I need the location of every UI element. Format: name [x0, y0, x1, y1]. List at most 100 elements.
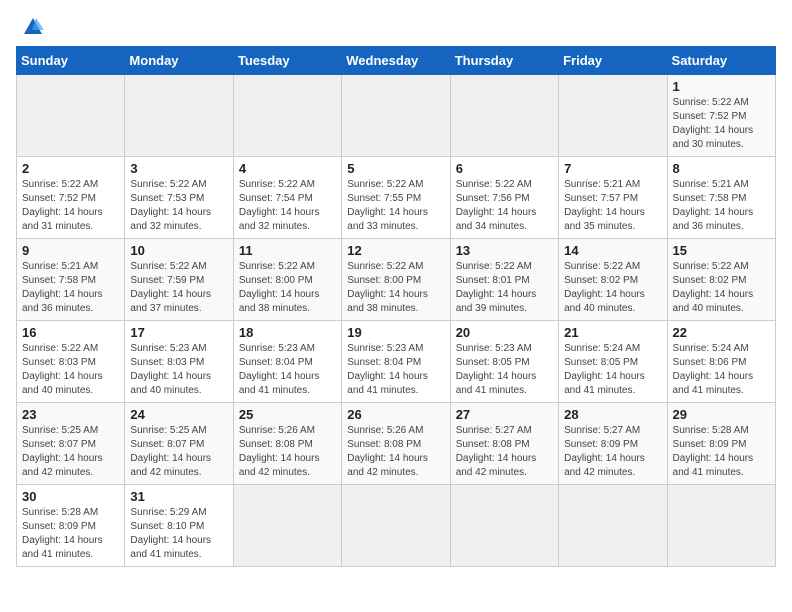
- day-number: 11: [239, 243, 336, 258]
- cell-info: Sunrise: 5:22 AMSunset: 7:52 PMDaylight:…: [673, 96, 770, 152]
- page-header: [16, 16, 776, 38]
- cell-info: Sunrise: 5:23 AMSunset: 8:05 PMDaylight:…: [456, 342, 553, 398]
- logo: [16, 16, 44, 38]
- calendar-cell: [450, 485, 558, 567]
- day-number: 20: [456, 325, 553, 340]
- calendar-cell: 15Sunrise: 5:22 AMSunset: 8:02 PMDayligh…: [667, 239, 775, 321]
- cell-info: Sunrise: 5:26 AMSunset: 8:08 PMDaylight:…: [239, 424, 336, 480]
- calendar-cell: 17 Sunrise: 5:23 AMSunset: 8:03 PMDayligh…: [125, 321, 233, 403]
- day-number: 8: [673, 161, 770, 176]
- cell-info: Sunrise: 5:24 AMSunset: 8:06 PMDaylight:…: [673, 342, 770, 398]
- day-number: 12: [347, 243, 444, 258]
- calendar-cell: 19 Sunrise: 5:23 AMSunset: 8:04 PMDayligh…: [342, 321, 450, 403]
- day-number: 19: [347, 325, 444, 340]
- calendar-cell: 8 Sunrise: 5:21 AMSunset: 7:58 PMDaylight…: [667, 157, 775, 239]
- day-number: 10: [130, 243, 227, 258]
- calendar-cell: 12 Sunrise: 5:22 AMSunset: 8:00 PMDayligh…: [342, 239, 450, 321]
- cell-info: Sunrise: 5:21 AMSunset: 7:58 PMDaylight:…: [673, 178, 770, 234]
- calendar-cell: 10 Sunrise: 5:22 AMSunset: 7:59 PMDayligh…: [125, 239, 233, 321]
- cell-info: Sunrise: 5:22 AMSunset: 7:52 PMDaylight:…: [22, 178, 119, 234]
- cell-info: Sunrise: 5:22 AMSunset: 8:02 PMDaylight:…: [564, 260, 661, 316]
- day-number: 18: [239, 325, 336, 340]
- cell-info: Sunrise: 5:28 AMSunset: 8:09 PMDaylight:…: [673, 424, 770, 480]
- calendar-week-row: 16 Sunrise: 5:22 AMSunset: 8:03 PMDayligh…: [17, 321, 776, 403]
- calendar-table: Sunday Monday Tuesday Wednesday Thursday…: [16, 46, 776, 567]
- calendar-cell: 13Sunrise: 5:22 AMSunset: 8:01 PMDayligh…: [450, 239, 558, 321]
- day-number: 1: [673, 79, 770, 94]
- day-number: 6: [456, 161, 553, 176]
- calendar-cell: 26 Sunrise: 5:26 AMSunset: 8:08 PMDayligh…: [342, 403, 450, 485]
- day-number: 2: [22, 161, 119, 176]
- calendar-cell: 20 Sunrise: 5:23 AMSunset: 8:05 PMDayligh…: [450, 321, 558, 403]
- calendar-cell: 14 Sunrise: 5:22 AMSunset: 8:02 PMDayligh…: [559, 239, 667, 321]
- calendar-cell: 25Sunrise: 5:26 AMSunset: 8:08 PMDayligh…: [233, 403, 341, 485]
- cell-info: Sunrise: 5:21 AMSunset: 7:58 PMDaylight:…: [22, 260, 119, 316]
- day-number: 31: [130, 489, 227, 504]
- cell-info: Sunrise: 5:23 AMSunset: 8:04 PMDaylight:…: [347, 342, 444, 398]
- cell-info: Sunrise: 5:22 AMSunset: 8:02 PMDaylight:…: [673, 260, 770, 316]
- cell-info: Sunrise: 5:25 AMSunset: 8:07 PMDaylight:…: [22, 424, 119, 480]
- calendar-cell: 24Sunrise: 5:25 AMSunset: 8:07 PMDayligh…: [125, 403, 233, 485]
- calendar-cell: 18 Sunrise: 5:23 AMSunset: 8:04 PMDayligh…: [233, 321, 341, 403]
- calendar-week-row: 30 Sunrise: 5:28 AMSunset: 8:09 PMDayligh…: [17, 485, 776, 567]
- cell-info: Sunrise: 5:22 AMSunset: 8:00 PMDaylight:…: [347, 260, 444, 316]
- day-number: 17: [130, 325, 227, 340]
- logo-icon: [22, 16, 44, 38]
- day-number: 14: [564, 243, 661, 258]
- cell-info: Sunrise: 5:26 AMSunset: 8:08 PMDaylight:…: [347, 424, 444, 480]
- day-number: 24: [130, 407, 227, 422]
- day-number: 5: [347, 161, 444, 176]
- cell-info: Sunrise: 5:23 AMSunset: 8:04 PMDaylight:…: [239, 342, 336, 398]
- calendar-week-row: 9 Sunrise: 5:21 AMSunset: 7:58 PMDaylight…: [17, 239, 776, 321]
- day-number: 9: [22, 243, 119, 258]
- calendar-cell: 16 Sunrise: 5:22 AMSunset: 8:03 PMDayligh…: [17, 321, 125, 403]
- calendar-cell: [559, 485, 667, 567]
- day-number: 28: [564, 407, 661, 422]
- cell-info: Sunrise: 5:22 AMSunset: 7:55 PMDaylight:…: [347, 178, 444, 234]
- cell-info: Sunrise: 5:27 AMSunset: 8:09 PMDaylight:…: [564, 424, 661, 480]
- cell-info: Sunrise: 5:22 AMSunset: 7:54 PMDaylight:…: [239, 178, 336, 234]
- day-number: 4: [239, 161, 336, 176]
- cell-info: Sunrise: 5:22 AMSunset: 7:59 PMDaylight:…: [130, 260, 227, 316]
- calendar-cell: 22 Sunrise: 5:24 AMSunset: 8:06 PMDayligh…: [667, 321, 775, 403]
- day-number: 23: [22, 407, 119, 422]
- calendar-cell: 21 Sunrise: 5:24 AMSunset: 8:05 PMDayligh…: [559, 321, 667, 403]
- calendar-cell: 1 Sunrise: 5:22 AMSunset: 7:52 PMDaylight…: [667, 75, 775, 157]
- calendar-cell: [667, 485, 775, 567]
- cell-info: Sunrise: 5:27 AMSunset: 8:08 PMDaylight:…: [456, 424, 553, 480]
- cell-info: Sunrise: 5:22 AMSunset: 8:00 PMDaylight:…: [239, 260, 336, 316]
- cell-info: Sunrise: 5:29 AMSunset: 8:10 PMDaylight:…: [130, 506, 227, 562]
- day-number: 27: [456, 407, 553, 422]
- calendar-cell: [559, 75, 667, 157]
- col-saturday: Saturday: [667, 47, 775, 75]
- day-number: 7: [564, 161, 661, 176]
- day-number: 3: [130, 161, 227, 176]
- day-number: 13: [456, 243, 553, 258]
- day-number: 21: [564, 325, 661, 340]
- cell-info: Sunrise: 5:23 AMSunset: 8:03 PMDaylight:…: [130, 342, 227, 398]
- col-thursday: Thursday: [450, 47, 558, 75]
- col-friday: Friday: [559, 47, 667, 75]
- calendar-cell: [233, 75, 341, 157]
- calendar-week-row: 1 Sunrise: 5:22 AMSunset: 7:52 PMDaylight…: [17, 75, 776, 157]
- calendar-week-row: 23 Sunrise: 5:25 AMSunset: 8:07 PMDayligh…: [17, 403, 776, 485]
- cell-info: Sunrise: 5:24 AMSunset: 8:05 PMDaylight:…: [564, 342, 661, 398]
- calendar-header-row: Sunday Monday Tuesday Wednesday Thursday…: [17, 47, 776, 75]
- col-sunday: Sunday: [17, 47, 125, 75]
- calendar-cell: 29 Sunrise: 5:28 AMSunset: 8:09 PMDayligh…: [667, 403, 775, 485]
- day-number: 22: [673, 325, 770, 340]
- calendar-cell: 23 Sunrise: 5:25 AMSunset: 8:07 PMDayligh…: [17, 403, 125, 485]
- calendar-cell: 30 Sunrise: 5:28 AMSunset: 8:09 PMDayligh…: [17, 485, 125, 567]
- calendar-cell: 27 Sunrise: 5:27 AMSunset: 8:08 PMDayligh…: [450, 403, 558, 485]
- cell-info: Sunrise: 5:21 AMSunset: 7:57 PMDaylight:…: [564, 178, 661, 234]
- cell-info: Sunrise: 5:28 AMSunset: 8:09 PMDaylight:…: [22, 506, 119, 562]
- day-number: 26: [347, 407, 444, 422]
- calendar-cell: 3 Sunrise: 5:22 AMSunset: 7:53 PMDaylight…: [125, 157, 233, 239]
- cell-info: Sunrise: 5:22 AMSunset: 8:03 PMDaylight:…: [22, 342, 119, 398]
- calendar-cell: 5 Sunrise: 5:22 AMSunset: 7:55 PMDaylight…: [342, 157, 450, 239]
- day-number: 29: [673, 407, 770, 422]
- cell-info: Sunrise: 5:22 AMSunset: 7:53 PMDaylight:…: [130, 178, 227, 234]
- day-number: 30: [22, 489, 119, 504]
- calendar-cell: 6Sunrise: 5:22 AMSunset: 7:56 PMDaylight…: [450, 157, 558, 239]
- day-number: 16: [22, 325, 119, 340]
